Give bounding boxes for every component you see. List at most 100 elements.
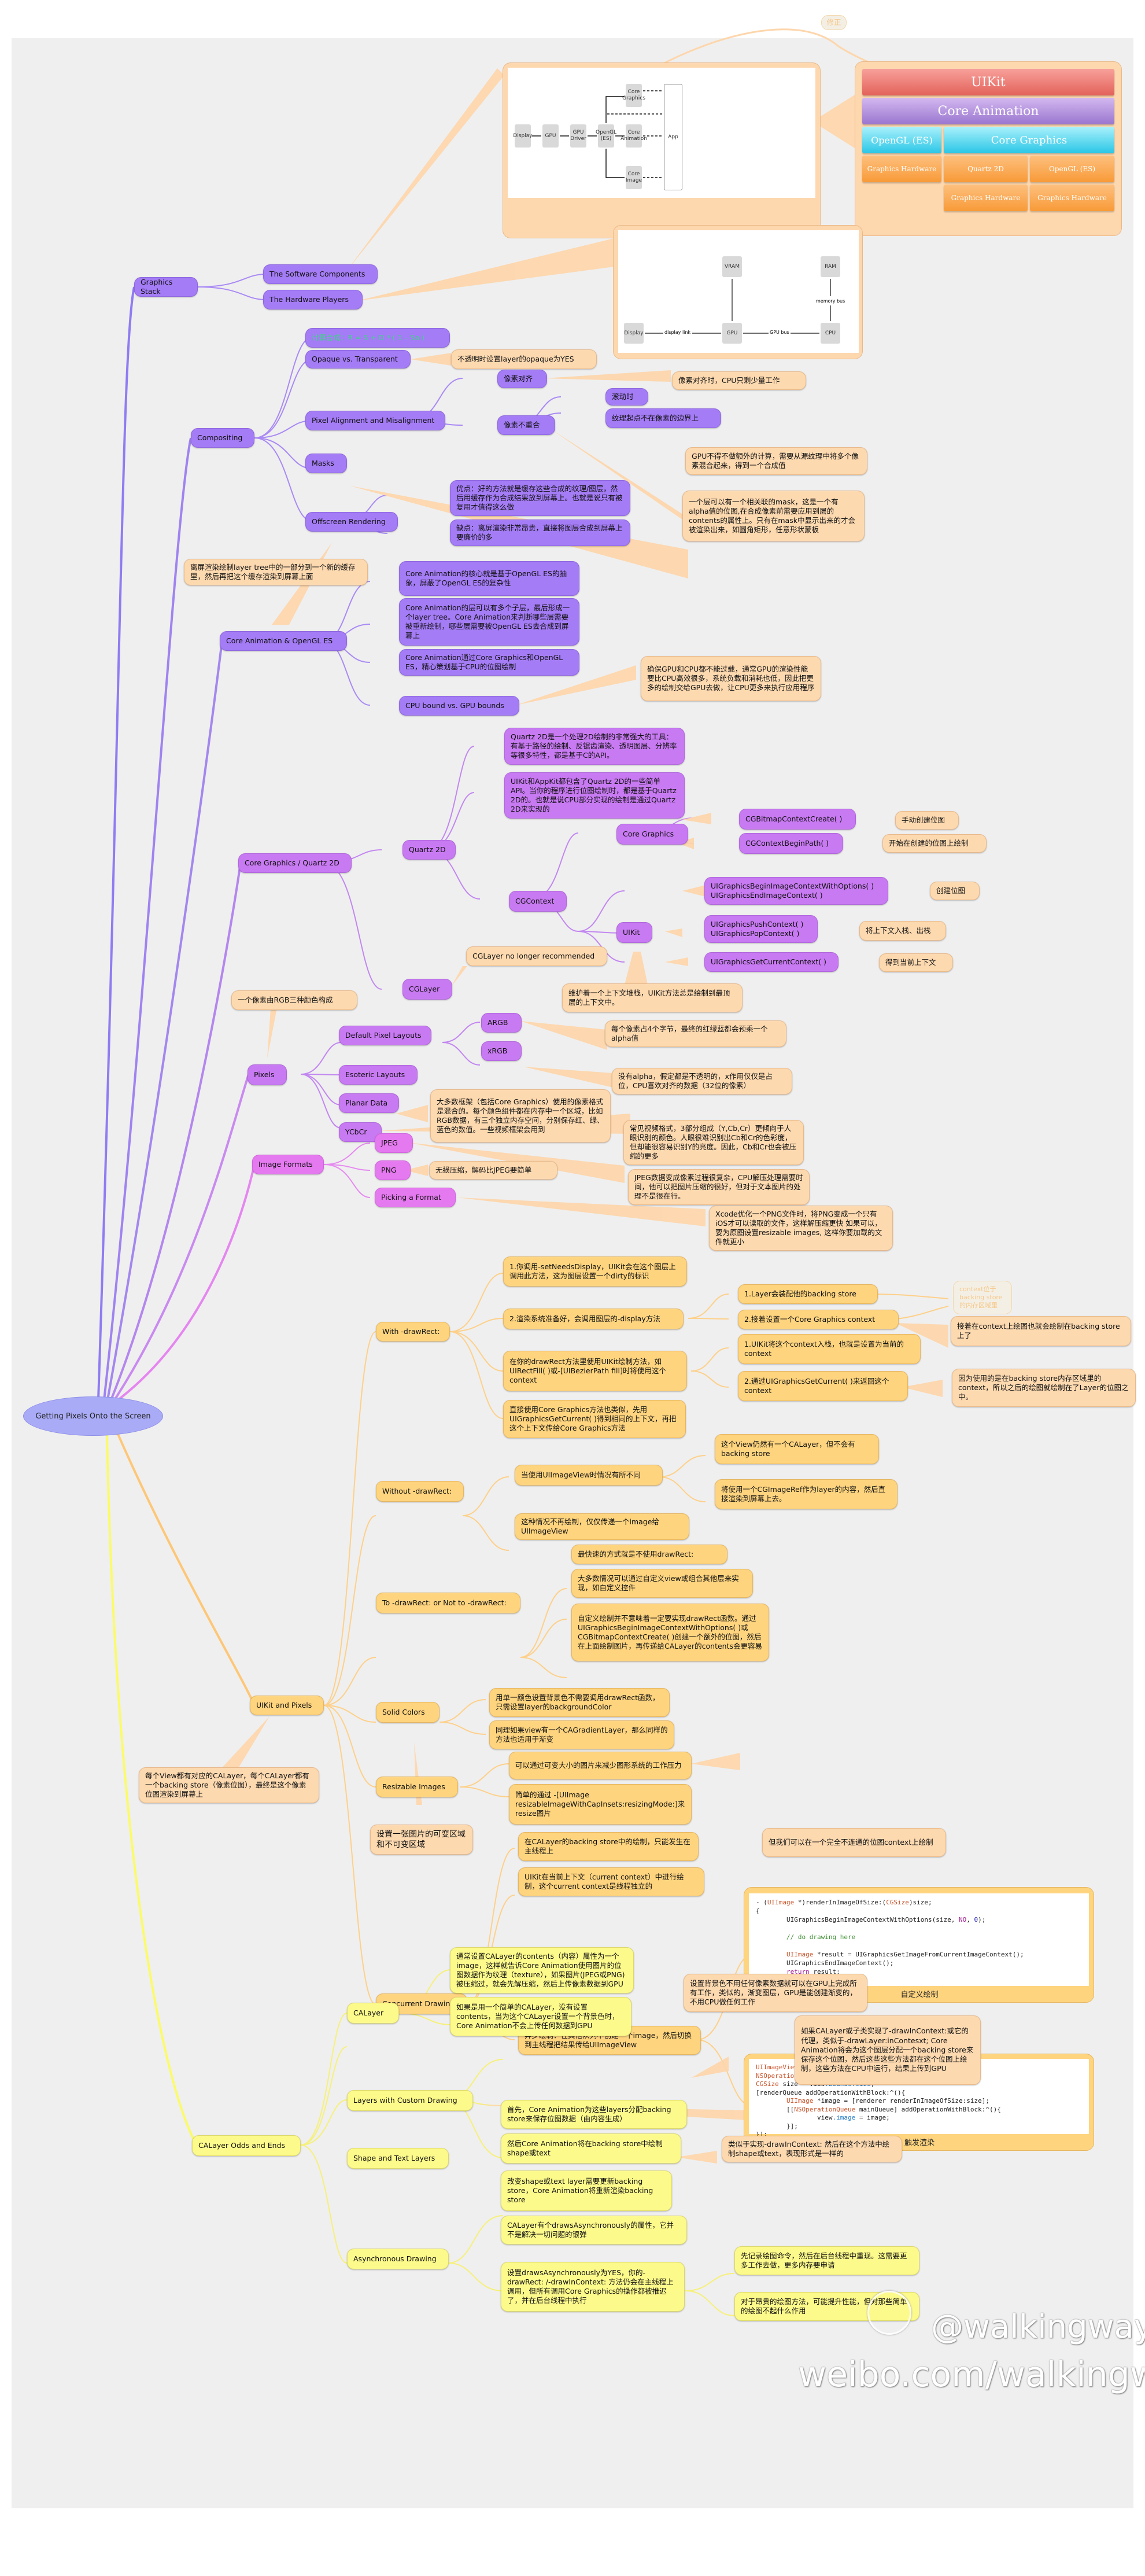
node-st3[interactable]: 改变shape或text layer需要更新backing store，Core… (501, 2170, 672, 2211)
hw-arrows (645, 279, 831, 334)
node-wo2[interactable]: 这种情况不再绘制，仅仅传递一个image给UIImageView (515, 1513, 689, 1540)
node-software-components[interactable]: The Software Components (263, 264, 378, 284)
node-aligned[interactable]: 像素对齐 (497, 370, 547, 388)
node-calayer[interactable]: CALayer (347, 2003, 399, 2024)
node-cgcontext[interactable]: CGContext (509, 891, 567, 912)
node-offscreen-pro[interactable]: 优点：好的方法就是缓存这些合成的纹理/图层，然后用缓存作为合成结果放到屏幕上。也… (450, 480, 630, 516)
node-cd2[interactable]: UIKit在当前上下文（current context）中进行绘制，这个curr… (518, 1867, 704, 1896)
node-solid-colors[interactable]: Solid Colors (376, 1702, 439, 1723)
node-ad2a[interactable]: 先记录绘图命令，然后在后台线程中重现。这需要更多工作去做，更多内存要申请 (734, 2246, 919, 2275)
node-uikit-context[interactable]: UIKit (616, 922, 652, 943)
note-misaligned: GPU不得不做额外的计算，需要从源纹理中将多个像素混合起来，得到一个合成值 (685, 447, 867, 475)
node-async-drawing[interactable]: Asynchronous Drawing (347, 2249, 449, 2269)
node-wd3[interactable]: 在你的drawRect方法里使用UIKit绘制方法，如UIRectFill( )… (503, 1351, 687, 1391)
note-custom-drawing: 如果CALayer或子类实现了-drawInContext:或它的代理，类似于-… (795, 2015, 981, 2085)
node-custom-drawing[interactable]: Layers with Custom Drawing (347, 2090, 473, 2111)
node-uikit-fn3[interactable]: UIGraphicsGetCurrentContext( ) (704, 952, 839, 972)
node-cl2[interactable]: 如果是用一个简单的CALayer，没有设置contents，当为这个CALaye… (450, 1997, 631, 2036)
node-wd2b[interactable]: 2.接着设置一个Core Graphics context (738, 1310, 899, 1329)
correction-label: 修正 (821, 15, 847, 30)
node-opaque[interactable]: Opaque vs. Transparent (305, 350, 411, 368)
root-node[interactable]: Getting Pixels Onto the Screen (23, 1396, 163, 1436)
node-argb[interactable]: ARGB (481, 1013, 522, 1033)
node-default-pixel-layouts[interactable]: Default Pixel Layouts (339, 1026, 431, 1045)
node-st2[interactable]: 然后Core Animation将在backing store中绘制shape或… (501, 2133, 681, 2164)
node-picking-format[interactable]: Picking a Format (375, 1188, 456, 1207)
node-pixel-alignment[interactable]: Pixel Alignment and Misalignment (305, 411, 445, 430)
node-ad2[interactable]: 设置drawsAsynchronously为YES，你的-drawRect: /… (501, 2262, 685, 2312)
node-jpeg[interactable]: JPEG (375, 1133, 413, 1153)
node-with-drawrect[interactable]: With -drawRect: (376, 1322, 450, 1342)
note-png: 无损压缩，解码比JPEG要简单 (429, 1161, 557, 1180)
node-quartz-note2[interactable]: UIKit和AppKit都包含了Quartz 2D的一些简单API。当你的程序进… (504, 772, 685, 819)
node-quartz-2d[interactable]: Quartz 2D (402, 840, 456, 860)
node-shape-text[interactable]: Shape and Text Layers (347, 2148, 449, 2169)
node-hardware-players[interactable]: The Hardware Players (263, 290, 363, 309)
node-texture-edge[interactable]: 纹理起点不在像素的边界上 (605, 408, 721, 428)
node-cpu-gpu-bound[interactable]: CPU bound vs. GPU bounds (399, 696, 519, 716)
node-wo1a[interactable]: 这个View仍然有一个CALayer，但不会有backing store (715, 1434, 879, 1464)
node-sc2[interactable]: 同理如果view有一个CAGradientLayer，那么同样的方法也适用于渐变 (489, 1720, 674, 1749)
node-compositing[interactable]: Compositing (191, 428, 254, 448)
node-graphics-stack[interactable]: Graphics Stack (134, 277, 198, 297)
node-cglayer[interactable]: CGLayer (402, 979, 452, 1000)
node-cd1[interactable]: 在CALayer的backing store中的绘制，只能发生在主线程上 (518, 1832, 699, 1861)
node-quartz-note1[interactable]: Quartz 2D是一个处理2D绘制的非常强大的工具：有基于路径的绘制、反锯齿渲… (504, 728, 685, 765)
stack-opengl-2: OpenGL (ES) (1030, 156, 1114, 182)
node-misaligned[interactable]: 像素不重合 (497, 415, 555, 435)
code-custom-drawing: - (UIImage *)renderInImageOfSize:(CGSize… (749, 1893, 1089, 1986)
node-wo1[interactable]: 当使用UIImageView时情况有所不同 (515, 1465, 663, 1486)
node-ri2[interactable]: 简单的通过 -[UIImage resizableImageWithCapIns… (509, 1784, 692, 1825)
node-ri1[interactable]: 可以通过可变大小的图片来减少图形系统的工作压力 (509, 1752, 692, 1779)
node-cl1[interactable]: 通常设置CALayer的contents（内容）属性为一个image，这样就告诉… (450, 1947, 634, 1993)
node-ca-item2[interactable]: Core Animation的层可以有多个子层，最后形成一个layer tree… (399, 598, 579, 646)
node-without-drawrect[interactable]: Without -drawRect: (376, 1481, 464, 1502)
node-cg-fn1[interactable]: CGBitmapContextCreate( ) (739, 809, 856, 830)
node-tn2[interactable]: 大多数情况可以通过自定义view或组合其他层来实现，如自定义控件 (571, 1569, 753, 1598)
node-xrgb[interactable]: xRGB (481, 1041, 522, 1061)
node-image-formats[interactable]: Image Formats (252, 1155, 324, 1174)
node-wo1b[interactable]: 将使用一个CGImageRef作为layer的内容，然后直接渲染到屏幕上去。 (715, 1479, 897, 1509)
note-uikit-context: 维护着一个上下文堆栈，UIKit方法总是绘制到最顶层的上下文中。 (562, 983, 743, 1012)
node-core-graphics-quartz[interactable]: Core Graphics / Quartz 2D (238, 853, 352, 873)
node-pixels[interactable]: Pixels (248, 1064, 287, 1085)
node-wd3a[interactable]: 1.UIKit将这个context入栈，也就是设置为当前的context (738, 1334, 921, 1364)
node-offscreen[interactable]: Offscreen Rendering (305, 512, 398, 532)
note-resizable: 设置一张图片的可变区域和不可变区域 (370, 1825, 473, 1855)
node-planar-data[interactable]: Planar Data (339, 1093, 399, 1113)
node-tn3[interactable]: 自定义绘制并不意味着一定要实现drawRect函数。通过UIGraphicsBe… (571, 1604, 769, 1661)
node-resizable-images[interactable]: Resizable Images (376, 1777, 458, 1797)
note-cd1: 但我们可以在一个完全不连通的位图context上绘制 (762, 1828, 946, 1857)
node-wd2a[interactable]: 1.Layer会装配他的backing store (738, 1284, 878, 1304)
root-label: Getting Pixels Onto the Screen (35, 1412, 151, 1421)
node-formula[interactable]: 计算合成：R = S + D * ( 1 – Sa ) (305, 328, 450, 348)
node-ad1[interactable]: CALayer有个drawsAsynchronously的属性，它并不是解决一切… (501, 2216, 687, 2245)
note-pixels: 一个像素由RGB三种颜色构成 (231, 990, 357, 1010)
node-ca-opengl[interactable]: Core Animation & OpenGL ES (220, 631, 347, 651)
note-uikit-fn2: 将上下文入栈、出栈 (859, 921, 946, 941)
node-wd3b[interactable]: 2.通过UIGraphicsGetCurrent( )来返回这个context (738, 1371, 908, 1401)
node-wd2[interactable]: 2.渲染系统准备好，会调用图层的-display方法 (503, 1309, 684, 1329)
node-calayer-odds[interactable]: CALayer Odds and Ends (192, 2135, 301, 2156)
node-ca-item1[interactable]: Core Animation的核心就是基于OpenGL ES的抽象，屏蔽了Ope… (399, 561, 579, 596)
node-sc1[interactable]: 用单一颜色设置背景色不需要调用drawRect函数，只需设置layer的back… (489, 1688, 670, 1717)
node-scrolling[interactable]: 滚动时 (605, 388, 648, 406)
node-st1[interactable]: 首先，Core Animation为这些layers分配backing stor… (501, 2100, 687, 2129)
note-wd2b: 接着在context上绘图也就会绘制在backing store上了 (951, 1316, 1131, 1346)
node-tn1[interactable]: 最快速的方式就是不使用drawRect: (571, 1545, 727, 1564)
node-uikit-fn1[interactable]: UIGraphicsBeginImageContextWithOptions( … (704, 877, 888, 905)
uikit-fn1-begin: UIGraphicsBeginImageContextWithOptions( … (711, 881, 874, 890)
node-masks[interactable]: Masks (305, 454, 347, 473)
node-wd1[interactable]: 1.你调用-setNeedsDisplay，UIKit会在这个图层上调用此方法，… (503, 1256, 687, 1287)
node-offscreen-con[interactable]: 缺点：离屏渲染非常昂贵，直接将图层合成到屏幕上要廉价的多 (450, 519, 630, 546)
node-ca-item3[interactable]: Core Animation通过Core Graphics和OpenGL ES，… (399, 649, 579, 676)
node-esoteric-layouts[interactable]: Esoteric Layouts (339, 1065, 418, 1085)
node-uikit-pixels[interactable]: UIKit and Pixels (250, 1696, 324, 1715)
node-cg-fn2[interactable]: CGContextBeginPath( ) (739, 833, 843, 854)
node-to-or-not[interactable]: To -drawRect: or Not to -drawRect: (376, 1593, 520, 1613)
node-png[interactable]: PNG (375, 1160, 411, 1180)
node-uikit-fn2[interactable]: UIGraphicsPushContext( ) UIGraphicsPopCo… (704, 915, 818, 943)
node-cg[interactable]: Core Graphics (616, 824, 688, 845)
weibo-logo-icon (867, 2291, 911, 2335)
node-wd4[interactable]: 直接使用Core Graphics方法也类似，先用UIGraphicsGetCu… (503, 1400, 686, 1438)
